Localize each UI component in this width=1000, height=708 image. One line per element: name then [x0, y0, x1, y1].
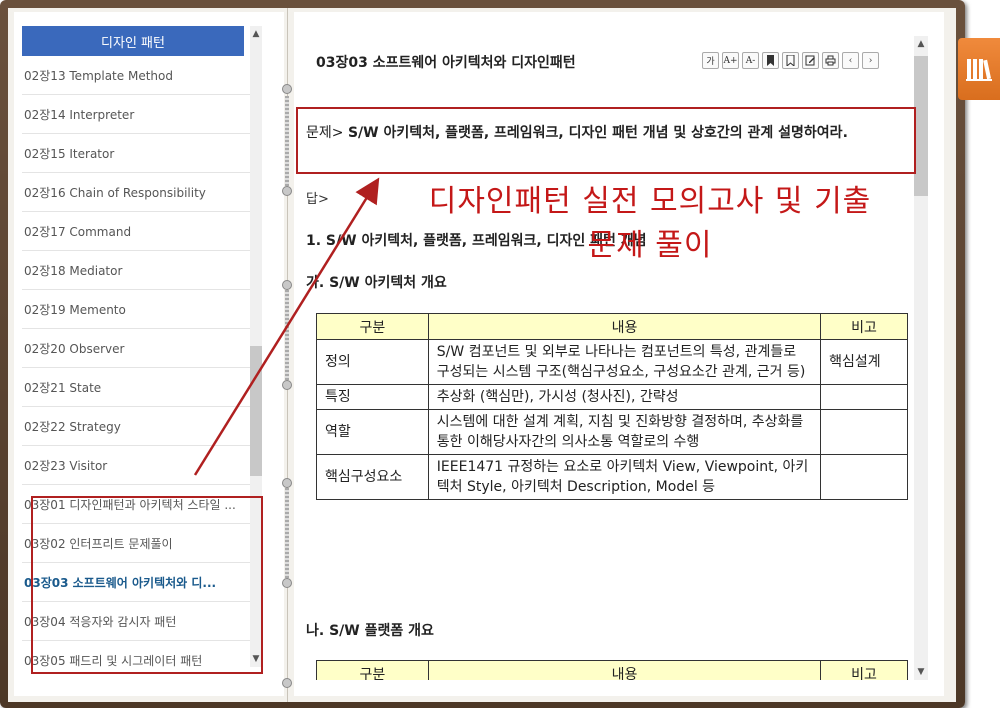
annotation-arrow [193, 177, 380, 476]
annotation-text: 디자인패턴 실전 모의고사 및 기출문제 풀이 [428, 184, 872, 263]
